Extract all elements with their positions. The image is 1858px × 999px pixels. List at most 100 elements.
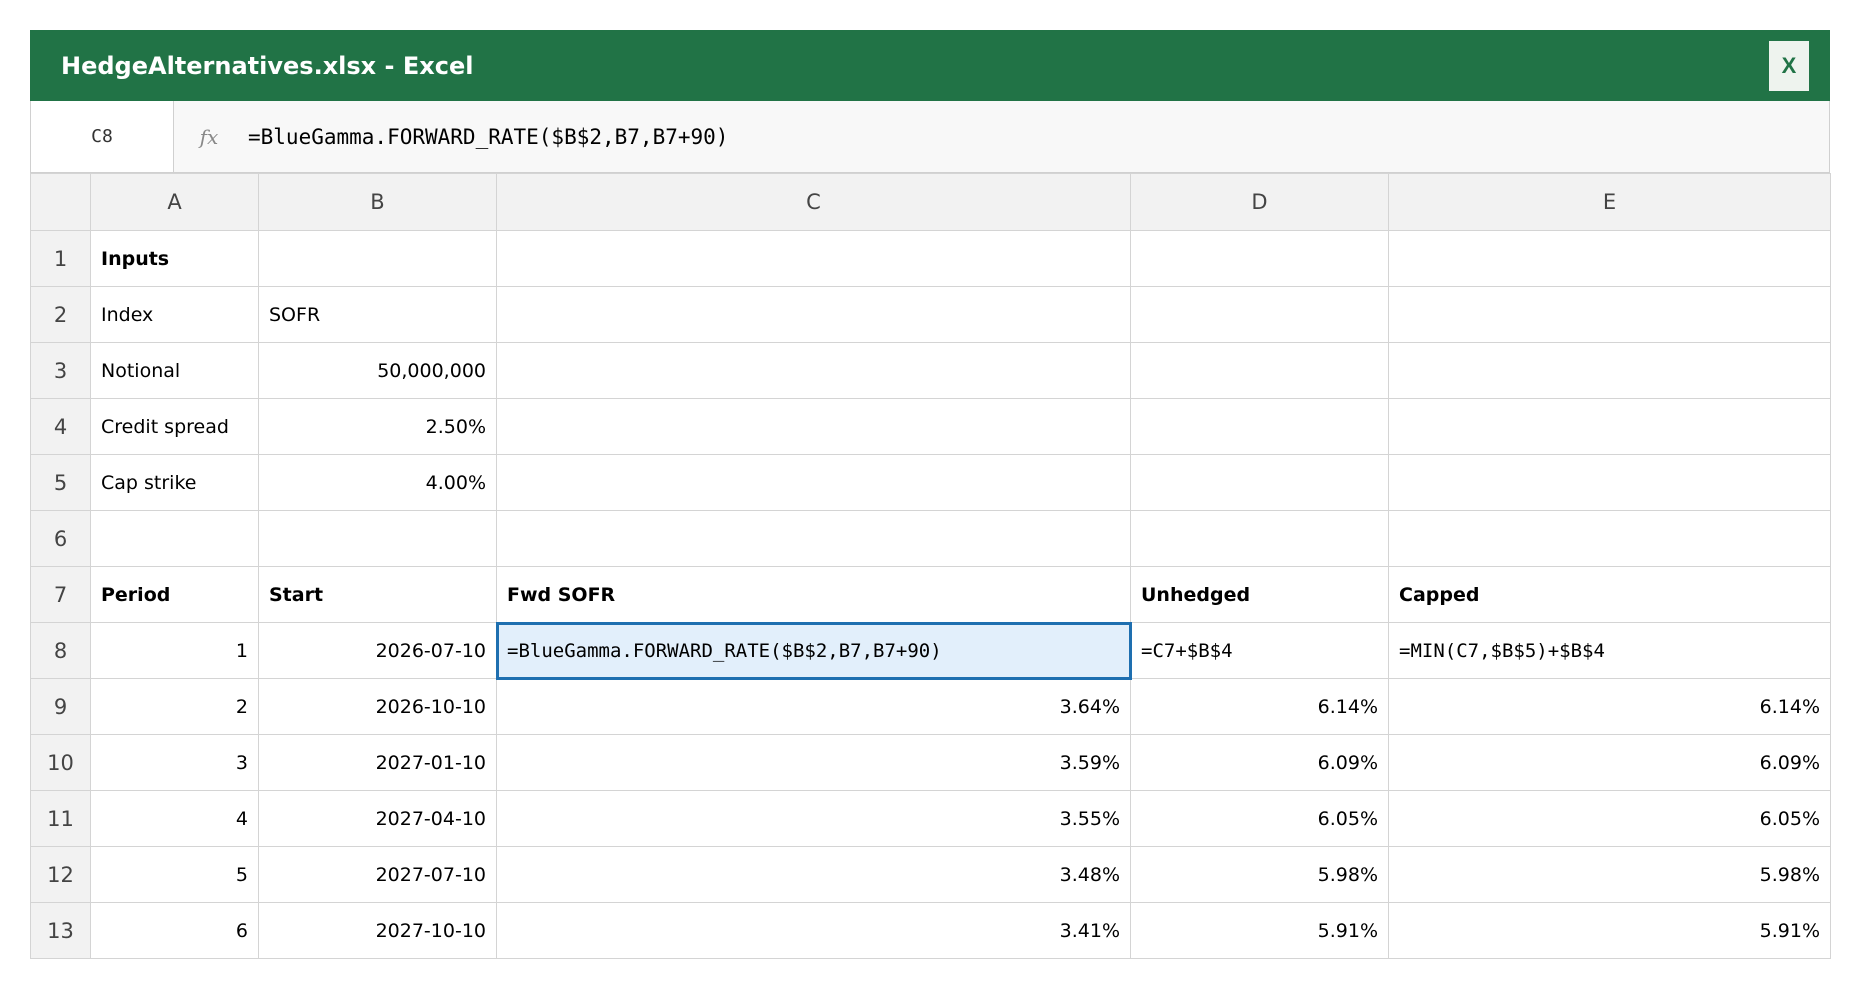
cell-b6[interactable]	[258, 510, 497, 567]
cell-e12[interactable]: 5.98%	[1388, 846, 1831, 903]
column-header-b[interactable]: B	[258, 173, 497, 231]
cell-e7[interactable]: Capped	[1388, 566, 1831, 623]
table-row: 10 3 2027-01-10 3.59% 6.09% 6.09%	[30, 734, 1831, 791]
cell-d4[interactable]	[1130, 398, 1389, 455]
column-header-e[interactable]: E	[1388, 173, 1831, 231]
cell-c2[interactable]	[496, 286, 1131, 343]
cell-c7[interactable]: Fwd SOFR	[496, 566, 1131, 623]
cell-d12[interactable]: 5.98%	[1130, 846, 1389, 903]
cell-b5[interactable]: 4.00%	[258, 454, 497, 511]
cell-c5[interactable]	[496, 454, 1131, 511]
window-title: HedgeAlternatives.xlsx - Excel	[61, 51, 474, 80]
cell-e4[interactable]	[1388, 398, 1831, 455]
title-bar: HedgeAlternatives.xlsx - Excel X	[30, 30, 1830, 101]
row-header[interactable]: 11	[30, 790, 91, 847]
cell-b9[interactable]: 2026-10-10	[258, 678, 497, 735]
row-header[interactable]: 2	[30, 286, 91, 343]
cell-d10[interactable]: 6.09%	[1130, 734, 1389, 791]
cell-c4[interactable]	[496, 398, 1131, 455]
cell-a2[interactable]: Index	[90, 286, 259, 343]
cell-d5[interactable]	[1130, 454, 1389, 511]
cell-b10[interactable]: 2027-01-10	[258, 734, 497, 791]
table-row: 6	[30, 510, 1831, 567]
cell-a9[interactable]: 2	[90, 678, 259, 735]
formula-bar: C8 fx =BlueGamma.FORWARD_RATE($B$2,B7,B7…	[30, 101, 1830, 173]
cell-b2[interactable]: SOFR	[258, 286, 497, 343]
table-row: 12 5 2027-07-10 3.48% 5.98% 5.98%	[30, 846, 1831, 903]
formula-input[interactable]: =BlueGamma.FORWARD_RATE($B$2,B7,B7+90)	[244, 101, 728, 172]
cell-b11[interactable]: 2027-04-10	[258, 790, 497, 847]
cell-c12[interactable]: 3.48%	[496, 846, 1131, 903]
cell-d3[interactable]	[1130, 342, 1389, 399]
cell-c3[interactable]	[496, 342, 1131, 399]
excel-window: HedgeAlternatives.xlsx - Excel X C8 fx =…	[30, 30, 1831, 959]
cell-a3[interactable]: Notional	[90, 342, 259, 399]
cell-b7[interactable]: Start	[258, 566, 497, 623]
cell-a5[interactable]: Cap strike	[90, 454, 259, 511]
table-row: 1 Inputs	[30, 230, 1831, 287]
table-row: 9 2 2026-10-10 3.64% 6.14% 6.14%	[30, 678, 1831, 735]
cell-b4[interactable]: 2.50%	[258, 398, 497, 455]
row-header[interactable]: 12	[30, 846, 91, 903]
cell-c13[interactable]: 3.41%	[496, 902, 1131, 959]
table-row: 8 1 2026-07-10 =BlueGamma.FORWARD_RATE($…	[30, 621, 1831, 680]
cell-e6[interactable]	[1388, 510, 1831, 567]
cell-d8[interactable]: =C7+$B$4	[1130, 622, 1389, 679]
cell-a4[interactable]: Credit spread	[90, 398, 259, 455]
spreadsheet-grid: A B C D E 1 Inputs 2 Index SOFR 3 Notion…	[30, 173, 1831, 959]
row-header[interactable]: 10	[30, 734, 91, 791]
column-header-d[interactable]: D	[1130, 173, 1389, 231]
cell-a6[interactable]	[90, 510, 259, 567]
cell-b3[interactable]: 50,000,000	[258, 342, 497, 399]
cell-d6[interactable]	[1130, 510, 1389, 567]
close-button[interactable]: X	[1769, 40, 1809, 91]
cell-e1[interactable]	[1388, 230, 1831, 287]
row-header[interactable]: 5	[30, 454, 91, 511]
cell-c11[interactable]: 3.55%	[496, 790, 1131, 847]
cell-b13[interactable]: 2027-10-10	[258, 902, 497, 959]
column-header-c[interactable]: C	[496, 173, 1131, 231]
cell-d11[interactable]: 6.05%	[1130, 790, 1389, 847]
cell-d7[interactable]: Unhedged	[1130, 566, 1389, 623]
column-header-a[interactable]: A	[90, 173, 259, 231]
cell-c9[interactable]: 3.64%	[496, 678, 1131, 735]
cell-e2[interactable]	[1388, 286, 1831, 343]
cell-e10[interactable]: 6.09%	[1388, 734, 1831, 791]
cell-a12[interactable]: 5	[90, 846, 259, 903]
cell-c6[interactable]	[496, 510, 1131, 567]
cell-d9[interactable]: 6.14%	[1130, 678, 1389, 735]
cell-b8[interactable]: 2026-07-10	[258, 622, 497, 679]
row-header[interactable]: 7	[30, 566, 91, 623]
cell-c1[interactable]	[496, 230, 1131, 287]
row-header[interactable]: 1	[30, 230, 91, 287]
cell-b1[interactable]	[258, 230, 497, 287]
cell-e13[interactable]: 5.91%	[1388, 902, 1831, 959]
cell-a13[interactable]: 6	[90, 902, 259, 959]
cell-e9[interactable]: 6.14%	[1388, 678, 1831, 735]
cell-a8[interactable]: 1	[90, 622, 259, 679]
cell-d13[interactable]: 5.91%	[1130, 902, 1389, 959]
cell-c10[interactable]: 3.59%	[496, 734, 1131, 791]
row-header[interactable]: 8	[30, 622, 91, 679]
cell-e3[interactable]	[1388, 342, 1831, 399]
row-header[interactable]: 4	[30, 398, 91, 455]
row-header[interactable]: 6	[30, 510, 91, 567]
cell-b12[interactable]: 2027-07-10	[258, 846, 497, 903]
name-box[interactable]: C8	[31, 101, 174, 172]
cell-d2[interactable]	[1130, 286, 1389, 343]
row-header[interactable]: 13	[30, 902, 91, 959]
cell-e11[interactable]: 6.05%	[1388, 790, 1831, 847]
cell-d1[interactable]	[1130, 230, 1389, 287]
cell-a7[interactable]: Period	[90, 566, 259, 623]
cell-a11[interactable]: 4	[90, 790, 259, 847]
cell-a10[interactable]: 3	[90, 734, 259, 791]
table-row: 2 Index SOFR	[30, 286, 1831, 343]
cell-c8-selected[interactable]: =BlueGamma.FORWARD_RATE($B$2,B7,B7+90)	[495, 621, 1132, 680]
row-header[interactable]: 9	[30, 678, 91, 735]
cell-a1[interactable]: Inputs	[90, 230, 259, 287]
select-all-corner[interactable]	[30, 173, 91, 231]
table-row: 11 4 2027-04-10 3.55% 6.05% 6.05%	[30, 790, 1831, 847]
row-header[interactable]: 3	[30, 342, 91, 399]
cell-e5[interactable]	[1388, 454, 1831, 511]
cell-e8[interactable]: =MIN(C7,$B$5)+$B$4	[1388, 622, 1831, 679]
